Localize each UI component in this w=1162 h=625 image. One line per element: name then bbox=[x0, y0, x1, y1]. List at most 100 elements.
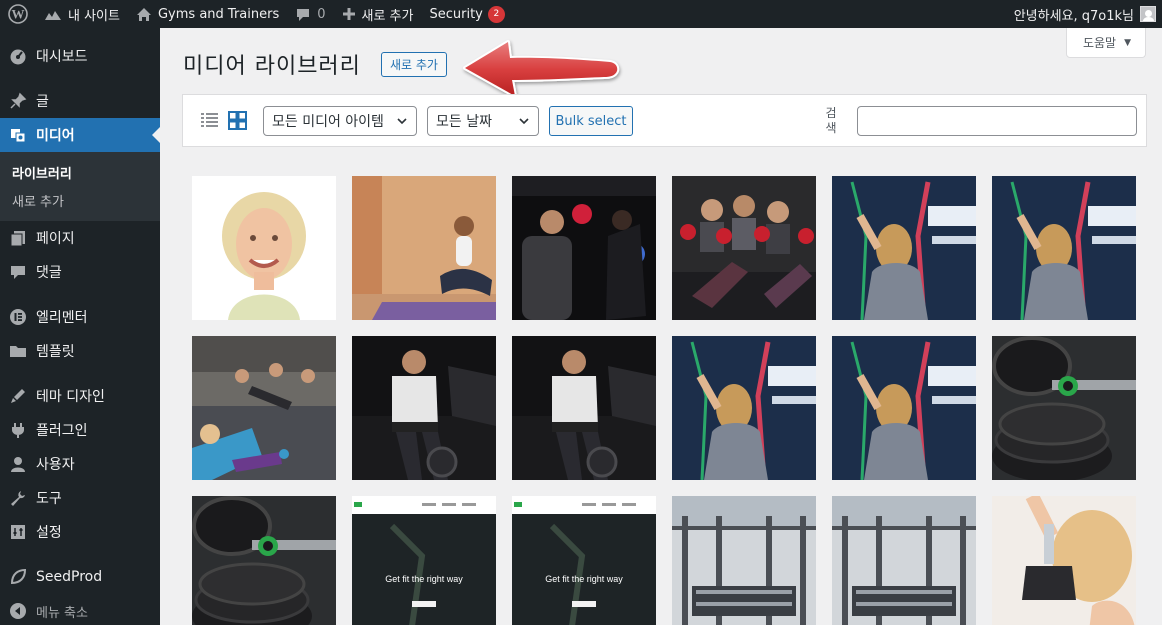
svg-text:W: W bbox=[12, 7, 25, 22]
my-site-label: 내 사이트 bbox=[68, 8, 120, 24]
security-label: Security bbox=[429, 6, 483, 22]
my-sites-icon bbox=[44, 7, 62, 21]
sidebar-item-label: 글 bbox=[36, 94, 49, 110]
sidebar-item-media[interactable]: 미디어 bbox=[0, 118, 160, 152]
sidebar-item-label: 사용자 bbox=[36, 457, 75, 473]
site-name-menu[interactable]: Gyms and Trainers bbox=[128, 0, 287, 28]
media-item-website-screenshot-2[interactable]: Get fit the right way bbox=[512, 496, 656, 625]
media-icon bbox=[8, 125, 28, 145]
page-icon bbox=[8, 228, 28, 248]
sidebar-item-comments[interactable]: 댓글 bbox=[0, 255, 160, 289]
sidebar-item-label: 댓글 bbox=[36, 265, 62, 281]
media-item-kettlebell-woman[interactable] bbox=[992, 496, 1136, 625]
media-item-woman-portrait[interactable] bbox=[192, 176, 336, 320]
sidebar-item-settings[interactable]: 설정 bbox=[0, 515, 160, 549]
sidebar-item-label: 플러그인 bbox=[36, 423, 88, 439]
wrench-icon bbox=[8, 488, 28, 508]
hero-overlay-text: Get fit the right way bbox=[385, 574, 463, 584]
pin-icon bbox=[8, 91, 28, 111]
chevron-down-icon bbox=[397, 118, 407, 125]
sidebar-item-templates[interactable]: 템플릿 bbox=[0, 334, 160, 368]
avatar bbox=[1140, 6, 1156, 22]
user-icon bbox=[8, 454, 28, 474]
sidebar-item-pages[interactable]: 페이지 bbox=[0, 221, 160, 255]
sidebar-item-plugins[interactable]: 플러그인 bbox=[0, 413, 160, 447]
sidebar-item-label: 미디어 bbox=[36, 128, 75, 144]
search-input[interactable] bbox=[857, 106, 1137, 136]
media-item-resistance-band-3[interactable] bbox=[672, 336, 816, 480]
comments-menu[interactable]: 0 bbox=[287, 0, 333, 28]
wordpress-logo-icon[interactable]: W bbox=[0, 0, 36, 28]
security-badge: 2 bbox=[487, 5, 505, 23]
media-item-resistance-band-2[interactable] bbox=[992, 176, 1136, 320]
media-item-gym-rack-1[interactable] bbox=[672, 496, 816, 625]
admin-sidebar: 대시보드 글 미디어 라이브러리 새로 추가 페이지 댓글 엘리멘터 템플릿 테… bbox=[0, 28, 160, 625]
page-title: 미디어 라이브러리 bbox=[183, 54, 361, 79]
sidebar-item-dashboard[interactable]: 대시보드 bbox=[0, 39, 160, 73]
my-account-menu[interactable]: 안녕하세요, q7o1k님 bbox=[1006, 0, 1162, 28]
sidebar-item-theme-design[interactable]: 테마 디자인 bbox=[0, 379, 160, 413]
comments-count: 0 bbox=[317, 6, 326, 22]
comment-icon bbox=[295, 7, 311, 22]
media-item-resistance-band-1[interactable] bbox=[832, 176, 976, 320]
bulk-select-button[interactable]: Bulk select bbox=[549, 106, 633, 136]
seedprod-icon bbox=[8, 567, 28, 587]
date-filter[interactable]: 모든 날짜 bbox=[427, 106, 539, 136]
new-content-label: 새로 추가 bbox=[361, 8, 414, 24]
plus-icon bbox=[342, 7, 356, 21]
sidebar-item-label: 페이지 bbox=[36, 231, 75, 247]
list-view-icon[interactable] bbox=[201, 112, 218, 129]
hero-overlay-text: Get fit the right way bbox=[545, 574, 623, 584]
elementor-icon bbox=[8, 307, 28, 327]
search-label: 검색 bbox=[825, 106, 837, 135]
plugin-icon bbox=[8, 420, 28, 440]
sidebar-item-users[interactable]: 사용자 bbox=[0, 447, 160, 481]
sidebar-item-posts[interactable]: 글 bbox=[0, 84, 160, 118]
dashboard-icon bbox=[8, 46, 28, 66]
sidebar-item-seedprod[interactable]: SeedProd bbox=[0, 560, 160, 594]
submenu-library[interactable]: 라이브러리 bbox=[0, 158, 160, 186]
add-new-media-button[interactable]: 새로 추가 bbox=[381, 52, 447, 77]
collapse-icon bbox=[8, 601, 28, 621]
media-item-group-fitness-boxing[interactable] bbox=[672, 176, 816, 320]
media-toolbar: 모든 미디어 아이템 모든 날짜 Bulk select 검색 bbox=[182, 94, 1147, 147]
comment-icon bbox=[8, 262, 28, 282]
new-content-menu[interactable]: 새로 추가 bbox=[334, 0, 422, 28]
sidebar-item-label: 메뉴 축소 bbox=[36, 605, 88, 621]
media-type-filter-value: 모든 미디어 아이템 bbox=[272, 114, 384, 130]
greeting-label: 안녕하세요, q7o1k님 bbox=[1013, 8, 1134, 24]
media-item-weight-plates-1[interactable] bbox=[992, 336, 1136, 480]
date-filter-value: 모든 날짜 bbox=[436, 114, 492, 130]
media-item-gym-rack-2[interactable] bbox=[832, 496, 976, 625]
sidebar-item-label: 템플릿 bbox=[36, 344, 75, 360]
media-submenu: 라이브러리 새로 추가 bbox=[0, 152, 160, 221]
media-type-filter[interactable]: 모든 미디어 아이템 bbox=[263, 106, 417, 136]
sidebar-item-label: 도구 bbox=[36, 491, 62, 507]
security-menu[interactable]: Security 2 bbox=[421, 0, 512, 28]
sidebar-item-tools[interactable]: 도구 bbox=[0, 481, 160, 515]
media-item-lifter-2[interactable] bbox=[512, 336, 656, 480]
admin-bar: W 내 사이트 Gyms and Trainers 0 새로 추가 Securi… bbox=[0, 0, 1162, 28]
grid-view-icon[interactable] bbox=[228, 111, 247, 130]
my-site-menu[interactable]: 내 사이트 bbox=[36, 0, 128, 28]
folder-icon bbox=[8, 341, 28, 361]
media-item-boxing-training[interactable] bbox=[512, 176, 656, 320]
media-item-resistance-band-4[interactable] bbox=[832, 336, 976, 480]
site-name-label: Gyms and Trainers bbox=[157, 6, 280, 22]
sidebar-item-label: SeedProd bbox=[36, 569, 103, 585]
media-item-lifter-1[interactable] bbox=[352, 336, 496, 480]
media-item-website-screenshot-1[interactable]: Get fit the right way bbox=[352, 496, 496, 625]
media-item-weight-plates-2[interactable] bbox=[192, 496, 336, 625]
submenu-add-new[interactable]: 새로 추가 bbox=[0, 186, 160, 214]
sidebar-collapse-menu[interactable]: 메뉴 축소 bbox=[0, 594, 160, 625]
media-item-yoga-woman[interactable] bbox=[352, 176, 496, 320]
home-icon bbox=[136, 7, 152, 22]
help-tab-button[interactable]: 도움말 ▼ bbox=[1065, 28, 1146, 58]
chevron-down-icon bbox=[519, 118, 529, 125]
media-item-group-class[interactable] bbox=[192, 336, 336, 480]
sidebar-item-label: 대시보드 bbox=[36, 49, 88, 65]
sidebar-item-elementor[interactable]: 엘리멘터 bbox=[0, 300, 160, 334]
sidebar-item-label: 테마 디자인 bbox=[36, 389, 105, 405]
caret-down-icon: ▼ bbox=[1124, 37, 1131, 48]
help-label: 도움말 bbox=[1082, 36, 1117, 50]
